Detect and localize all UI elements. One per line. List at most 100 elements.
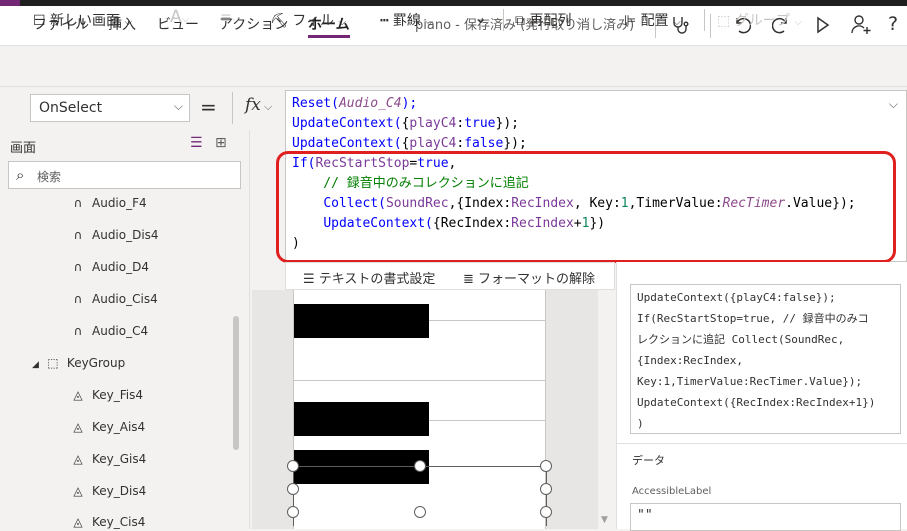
tree-item-label: Audio_D4 (92, 260, 149, 274)
headphones-icon: ∩ (73, 324, 83, 338)
tree-item-label: Key_Fis4 (92, 388, 144, 402)
chevron-down-icon: ⌵ (181, 14, 190, 25)
group-icon: ⬚ (717, 13, 731, 29)
headphones-icon: ∩ (73, 260, 83, 274)
resize-handle[interactable] (414, 460, 426, 472)
resize-handle[interactable] (414, 506, 426, 518)
collapse-triangle-icon[interactable]: ◢ (32, 360, 39, 370)
align-button[interactable]: ⊫ 配置 ⌵ (624, 10, 681, 30)
pane-view-icons: ☰ ⊞ (190, 135, 227, 151)
remove-format-button[interactable]: ≣ フォーマットの解除 (463, 268, 595, 287)
tree-item-label: Audio_C4 (92, 324, 149, 338)
fill-button[interactable]: ⛏ フィル ⌵ (270, 10, 346, 30)
onselect-preview[interactable]: UpdateContext({playC4:false}); If(RecSta… (630, 284, 901, 434)
preview-line: ) (637, 417, 644, 430)
code-line: Reset(Audio_C4); (292, 96, 418, 111)
accessible-label-input[interactable]: "" (630, 503, 901, 531)
shape-icon: ◬ (73, 484, 83, 498)
tree-item-label: Audio_Dis4 (92, 228, 159, 242)
remove-format-icon: ≣ (463, 272, 474, 287)
reorder-icon: ⧉ (515, 13, 525, 29)
search-placeholder: 検索 (37, 170, 62, 184)
share-user-icon[interactable] (850, 14, 872, 41)
remove-format-label: フォーマットの解除 (478, 272, 596, 287)
chevron-down-icon: ⌵ (173, 99, 183, 113)
tree-item-key-fis4[interactable]: ◬ Key_Fis4 (70, 388, 143, 402)
collapse-editor-icon[interactable]: ⌵ (889, 97, 898, 112)
tree-item-label: KeyGroup (66, 356, 126, 370)
black-key-selected[interactable] (294, 450, 429, 484)
play-icon[interactable] (815, 15, 831, 40)
format-text-label: テキストの書式設定 (318, 272, 436, 287)
chevron-down-icon: ⌵ (794, 17, 802, 28)
group-label: グループ (734, 13, 790, 29)
code-line: UpdateContext({RecIndex:RecIndex+1}) (323, 216, 606, 231)
equals-sign: = (200, 95, 217, 119)
chevron-down-icon: ⌵ (338, 17, 347, 28)
tree-item-label: Audio_F4 (92, 196, 147, 210)
border-style-icon: ┅ (380, 13, 389, 29)
align-icon: ⊫ (624, 13, 637, 29)
chevron-down-icon: ⌵ (425, 17, 433, 28)
new-screen-icon: ☐ (33, 13, 46, 29)
preview-line: UpdateContext({RecIndex:RecIndex+1}) (637, 396, 876, 409)
list-view-icon[interactable]: ☰ (190, 135, 203, 151)
toolbar-divider (704, 9, 705, 31)
help-icon[interactable]: ? (888, 14, 898, 34)
resize-handle[interactable] (287, 506, 299, 518)
code-line: Collect(SoundRec,{Index:RecIndex, Key:1,… (323, 196, 856, 211)
resize-handle[interactable] (287, 483, 299, 495)
reorder-button[interactable]: ⧉ 再配列 ⌵ (515, 10, 584, 30)
tree-scrollbar[interactable] (233, 316, 239, 450)
search-input[interactable]: ⌕ 検索 (8, 161, 241, 189)
tree-item-key-ais4[interactable]: ◬ Key_Ais4 (70, 420, 145, 434)
chevron-down-icon: ⌵ (575, 17, 584, 28)
canvas-scrollbar[interactable]: ▼ (598, 290, 612, 529)
black-key[interactable] (294, 304, 429, 338)
scroll-down-icon[interactable]: ▼ (601, 515, 608, 525)
fx-icon[interactable]: fx (245, 95, 261, 115)
chevron-down-icon: ⌵ (673, 17, 681, 28)
resize-handle[interactable] (540, 483, 552, 495)
thumbnail-view-icon[interactable]: ⊞ (215, 135, 227, 151)
menu-divider (710, 14, 711, 38)
tree-item-key-dis4[interactable]: ◬ Key_Dis4 (70, 484, 146, 498)
search-icon: ⌕ (16, 166, 25, 184)
align-label: 配置 (640, 13, 669, 29)
resize-handle[interactable] (540, 460, 552, 472)
tree-item-audio-dis4[interactable]: ∩ Audio_Dis4 (70, 228, 159, 242)
tree-item-audio-f4[interactable]: ∩ Audio_F4 (70, 196, 147, 210)
white-key-divider (293, 380, 546, 381)
tree-item-audio-d4[interactable]: ∩ Audio_D4 (70, 260, 149, 274)
font-color-button[interactable]: A⌵ (170, 7, 189, 27)
tree-item-key-cis4[interactable]: ◬ Key_Cis4 (70, 515, 145, 529)
tree-item-label: Key_Cis4 (92, 515, 146, 529)
border-button[interactable]: ┅ 罫線 ⌵ (380, 10, 433, 30)
tree-item-keygroup[interactable]: ◢ ⬚ KeyGroup (32, 356, 125, 370)
text-align-button[interactable]: ≡⌵ (220, 10, 239, 26)
expand-ribbon-chevron-icon[interactable]: ⌄ (474, 8, 487, 27)
tree-item-label: Key_Gis4 (92, 452, 147, 466)
new-screen-button[interactable]: ☐ 新しい画面 ⌵ (33, 10, 132, 30)
group-button[interactable]: ⬚ グループ ⌵ (717, 10, 802, 30)
format-text-icon: ☰ (303, 272, 315, 287)
format-text-button[interactable]: ☰ テキストの書式設定 (303, 268, 435, 287)
formula-editor[interactable]: Reset(Audio_C4); UpdateContext({playC4:t… (285, 90, 907, 262)
preview-line: Key:1,TimerValue:RecTimer.Value}); (637, 375, 863, 388)
toolbar-divider (503, 9, 504, 31)
reorder-label: 再配列 (529, 13, 572, 29)
data-section-header: データ (632, 454, 665, 467)
tree-item-key-gis4[interactable]: ◬ Key_Gis4 (70, 452, 146, 466)
tree-item-audio-cis4[interactable]: ∩ Audio_Cis4 (70, 292, 158, 306)
resize-handle[interactable] (287, 460, 299, 472)
property-dropdown[interactable]: OnSelect ⌵ (30, 94, 190, 122)
chevron-down-icon[interactable]: ⌵ (264, 100, 272, 114)
shape-icon: ◬ (73, 452, 83, 466)
property-value: OnSelect (39, 100, 103, 116)
tree-item-audio-c4[interactable]: ∩ Audio_C4 (70, 324, 149, 338)
code-line: If(RecStartStop=true, (292, 156, 457, 171)
code-line: UpdateContext({playC4:true}); (292, 116, 519, 131)
black-key[interactable] (294, 402, 429, 436)
resize-handle[interactable] (540, 506, 552, 518)
section-divider (617, 443, 907, 444)
